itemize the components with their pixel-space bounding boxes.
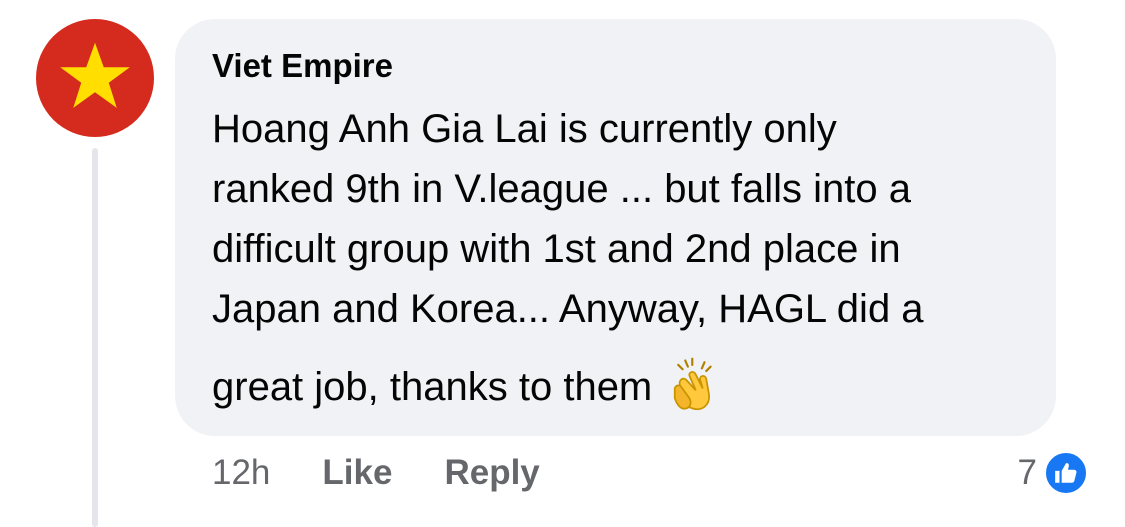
comment-text-line: difficult group with 1st and 2nd place i… <box>212 227 901 271</box>
comment-actions: 12h Like Reply <box>212 450 592 496</box>
thread-line <box>92 148 98 527</box>
comment-text-last-line: great job, thanks to them <box>212 357 1032 417</box>
comment-text: Hoang Anh Gia Lai is currently only rank… <box>212 99 1032 417</box>
comment-author[interactable]: Viet Empire <box>212 47 393 85</box>
vietnam-flag-star-icon <box>60 42 130 108</box>
avatar[interactable] <box>36 19 154 137</box>
like-thumb-icon <box>1043 450 1089 496</box>
like-button[interactable]: Like <box>322 453 392 493</box>
comment-text-line: Japan and Korea... Anyway, HAGL did a <box>212 287 924 331</box>
comment-text-line: ranked 9th in V.league ... but falls int… <box>212 167 912 211</box>
comment-text-line: great job, thanks to them <box>212 365 653 409</box>
comment-timestamp[interactable]: 12h <box>212 453 270 493</box>
comment-text-line: Hoang Anh Gia Lai is currently only <box>212 107 837 151</box>
reply-button[interactable]: Reply <box>444 453 539 493</box>
reaction-count: 7 <box>1017 453 1037 492</box>
clapping-hands-icon <box>666 357 722 413</box>
comment-bubble: Viet Empire Hoang Anh Gia Lai is current… <box>175 19 1056 436</box>
reactions-summary[interactable]: 7 <box>1018 450 1089 496</box>
